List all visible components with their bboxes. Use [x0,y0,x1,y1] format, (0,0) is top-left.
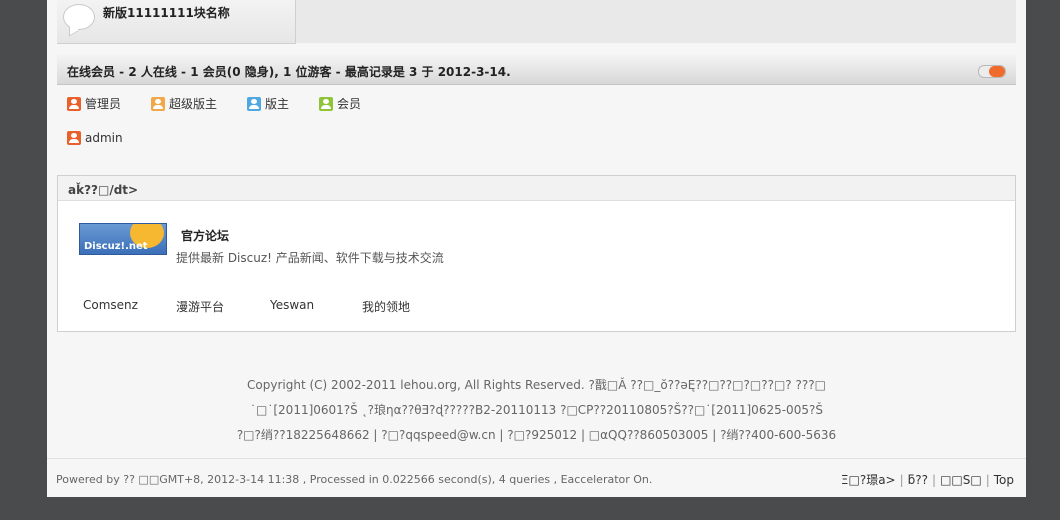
legend-label: 版主 [265,97,290,111]
copyright-line-3: ?□?绡??18225648662 | ?□?qqspeed@w.cn | ?□… [236,428,837,442]
page-container: 新版11111111块名称 在线会员 - 2 人在线 - 1 会员(0 隐身),… [47,0,1026,497]
legend-item-super-moderator: 超级版主 [151,95,217,112]
logo-text: Discuz!.net [84,241,148,252]
copyright-line-1: Copyright (C) 2002-2011 lehou.org, All R… [247,378,826,392]
link-comsenz[interactable]: Comsenz [83,298,138,312]
admin-user-icon [67,97,81,111]
legend-label: 管理员 [85,97,122,111]
footer-links: Ξ□?璟a> | ƃ?? | □□S□ | Top [841,471,1014,488]
legend-item-member: 会员 [319,95,361,112]
legend-label: 会员 [337,97,362,111]
moderator-user-icon [247,97,261,111]
link-manyou[interactable]: 漫游平台 [176,298,224,315]
featured-link-title[interactable]: 官方论坛 [181,227,229,244]
collapse-toggle-icon[interactable] [978,65,1006,78]
featured-link-description: 提供最新 Discuz! 产品新闻、软件下载与技术交流 [176,251,444,265]
admin-user-icon [67,131,81,145]
footer-link-top[interactable]: Top [994,473,1014,487]
powered-by-info: Powered by ?? □□GMT+8, 2012-3-14 11:38 ,… [56,473,653,486]
forum-block-bar: 新版11111111块名称 [57,0,1016,44]
legend-item-admin: 管理员 [67,95,121,112]
online-members-header: 在线会员 - 2 人在线 - 1 会员(0 隐身), 1 位游客 - 最高记录是… [57,55,1016,85]
online-summary: 在线会员 - 2 人在线 - 1 会员(0 隐身), 1 位游客 - 最高记录是… [67,65,511,79]
divider: | [932,473,937,487]
link-yeswan[interactable]: Yeswan [270,298,314,312]
legend-label: 超级版主 [169,97,218,111]
legend-item-moderator: 版主 [247,95,289,112]
super-moderator-user-icon [151,97,165,111]
discuz-logo[interactable]: Discuz!.net [79,223,167,255]
forum-tile[interactable]: 新版11111111块名称 [57,0,296,44]
divider: | [985,473,990,487]
friend-links-header: aǩ??□/dt> [58,176,1015,201]
forum-bubble-icon [63,4,95,30]
member-user-icon [319,97,333,111]
online-user-name[interactable]: admin [85,131,123,145]
link-my-domain[interactable]: 我的领地 [362,298,410,315]
online-user-admin[interactable]: admin [67,131,123,145]
footer-link-3[interactable]: □□S□ [940,473,982,487]
friend-links-box: aǩ??□/dt> Discuz!.net 官方论坛 提供最新 Discuz! … [57,175,1016,332]
footer-link-1[interactable]: Ξ□?璟a> [841,473,896,487]
forum-name[interactable]: 新版11111111块名称 [103,4,230,21]
copyright-line-2: ˙□˙[2011]0601?Š ˛?琅ηα??θƎ?ɖ?????B2-20110… [250,403,823,417]
footer-bar: Powered by ?? □□GMT+8, 2012-3-14 11:38 ,… [47,458,1026,497]
footer-link-2[interactable]: ƃ?? [908,473,928,487]
divider: | [899,473,904,487]
